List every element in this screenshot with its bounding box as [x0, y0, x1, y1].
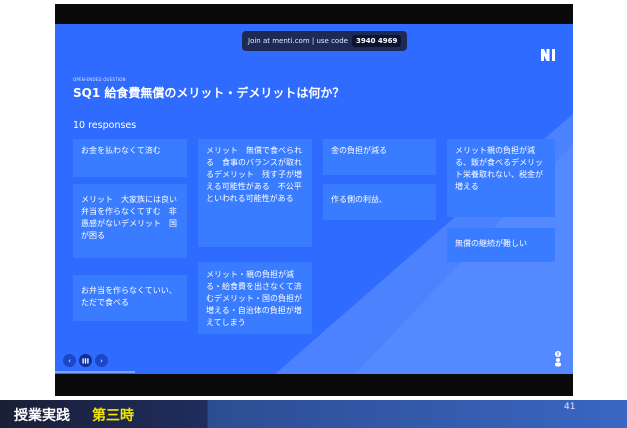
mentimeter-menu-button[interactable]: [79, 354, 92, 367]
response-card: 作る側の利益、: [323, 184, 436, 220]
next-slide-button[interactable]: ›: [95, 354, 108, 367]
response-card: メリット 無償で食べられる 食事のバランスが取れるデメリット 残す子が増える可能…: [198, 139, 312, 247]
footer-subtitle: 第三時: [92, 408, 134, 424]
participants-indicator: 0: [555, 351, 561, 367]
participant-count: 0: [557, 352, 560, 357]
page-number: 41: [564, 402, 576, 412]
presenter-controls: ‹ ›: [63, 354, 108, 367]
join-bar: Join at menti.com | use code 3940 4969: [242, 31, 408, 51]
join-code: 3940 4969: [351, 35, 402, 47]
chevron-left-icon: ‹: [68, 356, 71, 365]
chevron-right-icon: ›: [100, 356, 103, 365]
responses-count: 10 responses: [73, 120, 137, 131]
screen: Join at menti.com | use code 3940 4969 O…: [0, 0, 627, 428]
footer-title: 授業実践: [14, 408, 70, 424]
mentimeter-logo-icon: [541, 49, 555, 61]
question-type-label: OPEN-ENDED QUESTION: [73, 77, 126, 82]
previous-slide-button[interactable]: ‹: [63, 354, 76, 367]
response-card: 金の負担が減る: [323, 139, 436, 175]
question-title: SQ1 給食費無償のメリット・デメリットは何か？: [73, 86, 345, 100]
person-icon: [556, 358, 560, 362]
slide-progress-bar: [55, 371, 135, 373]
response-card: メリット・親の負担が減る・給食費を出さなくて済むデメリット・国の負担が増える・自…: [198, 262, 312, 334]
response-card: お弁当を作らなくていい、ただで食べる: [73, 275, 187, 321]
response-card: メリット 大家族には良い 弁当を作らなくてすむ 非愚感がないデメリット 国が困る: [73, 184, 187, 258]
lecture-footer-bar: 授業実践 第三時 41: [0, 400, 627, 428]
join-text: Join at menti.com | use code: [248, 37, 348, 45]
response-card: お金を払わなくて済む: [73, 139, 187, 177]
presentation-frame: Join at menti.com | use code 3940 4969 O…: [55, 4, 573, 396]
mentimeter-logo-icon: [82, 358, 89, 364]
response-card: メリット親の負担が減る、飯が食べるデメリット栄養取れない、税金が増える: [447, 139, 555, 217]
mentimeter-slide: Join at menti.com | use code 3940 4969 O…: [55, 24, 573, 374]
response-card: 無償の継続が難しい: [447, 228, 555, 262]
